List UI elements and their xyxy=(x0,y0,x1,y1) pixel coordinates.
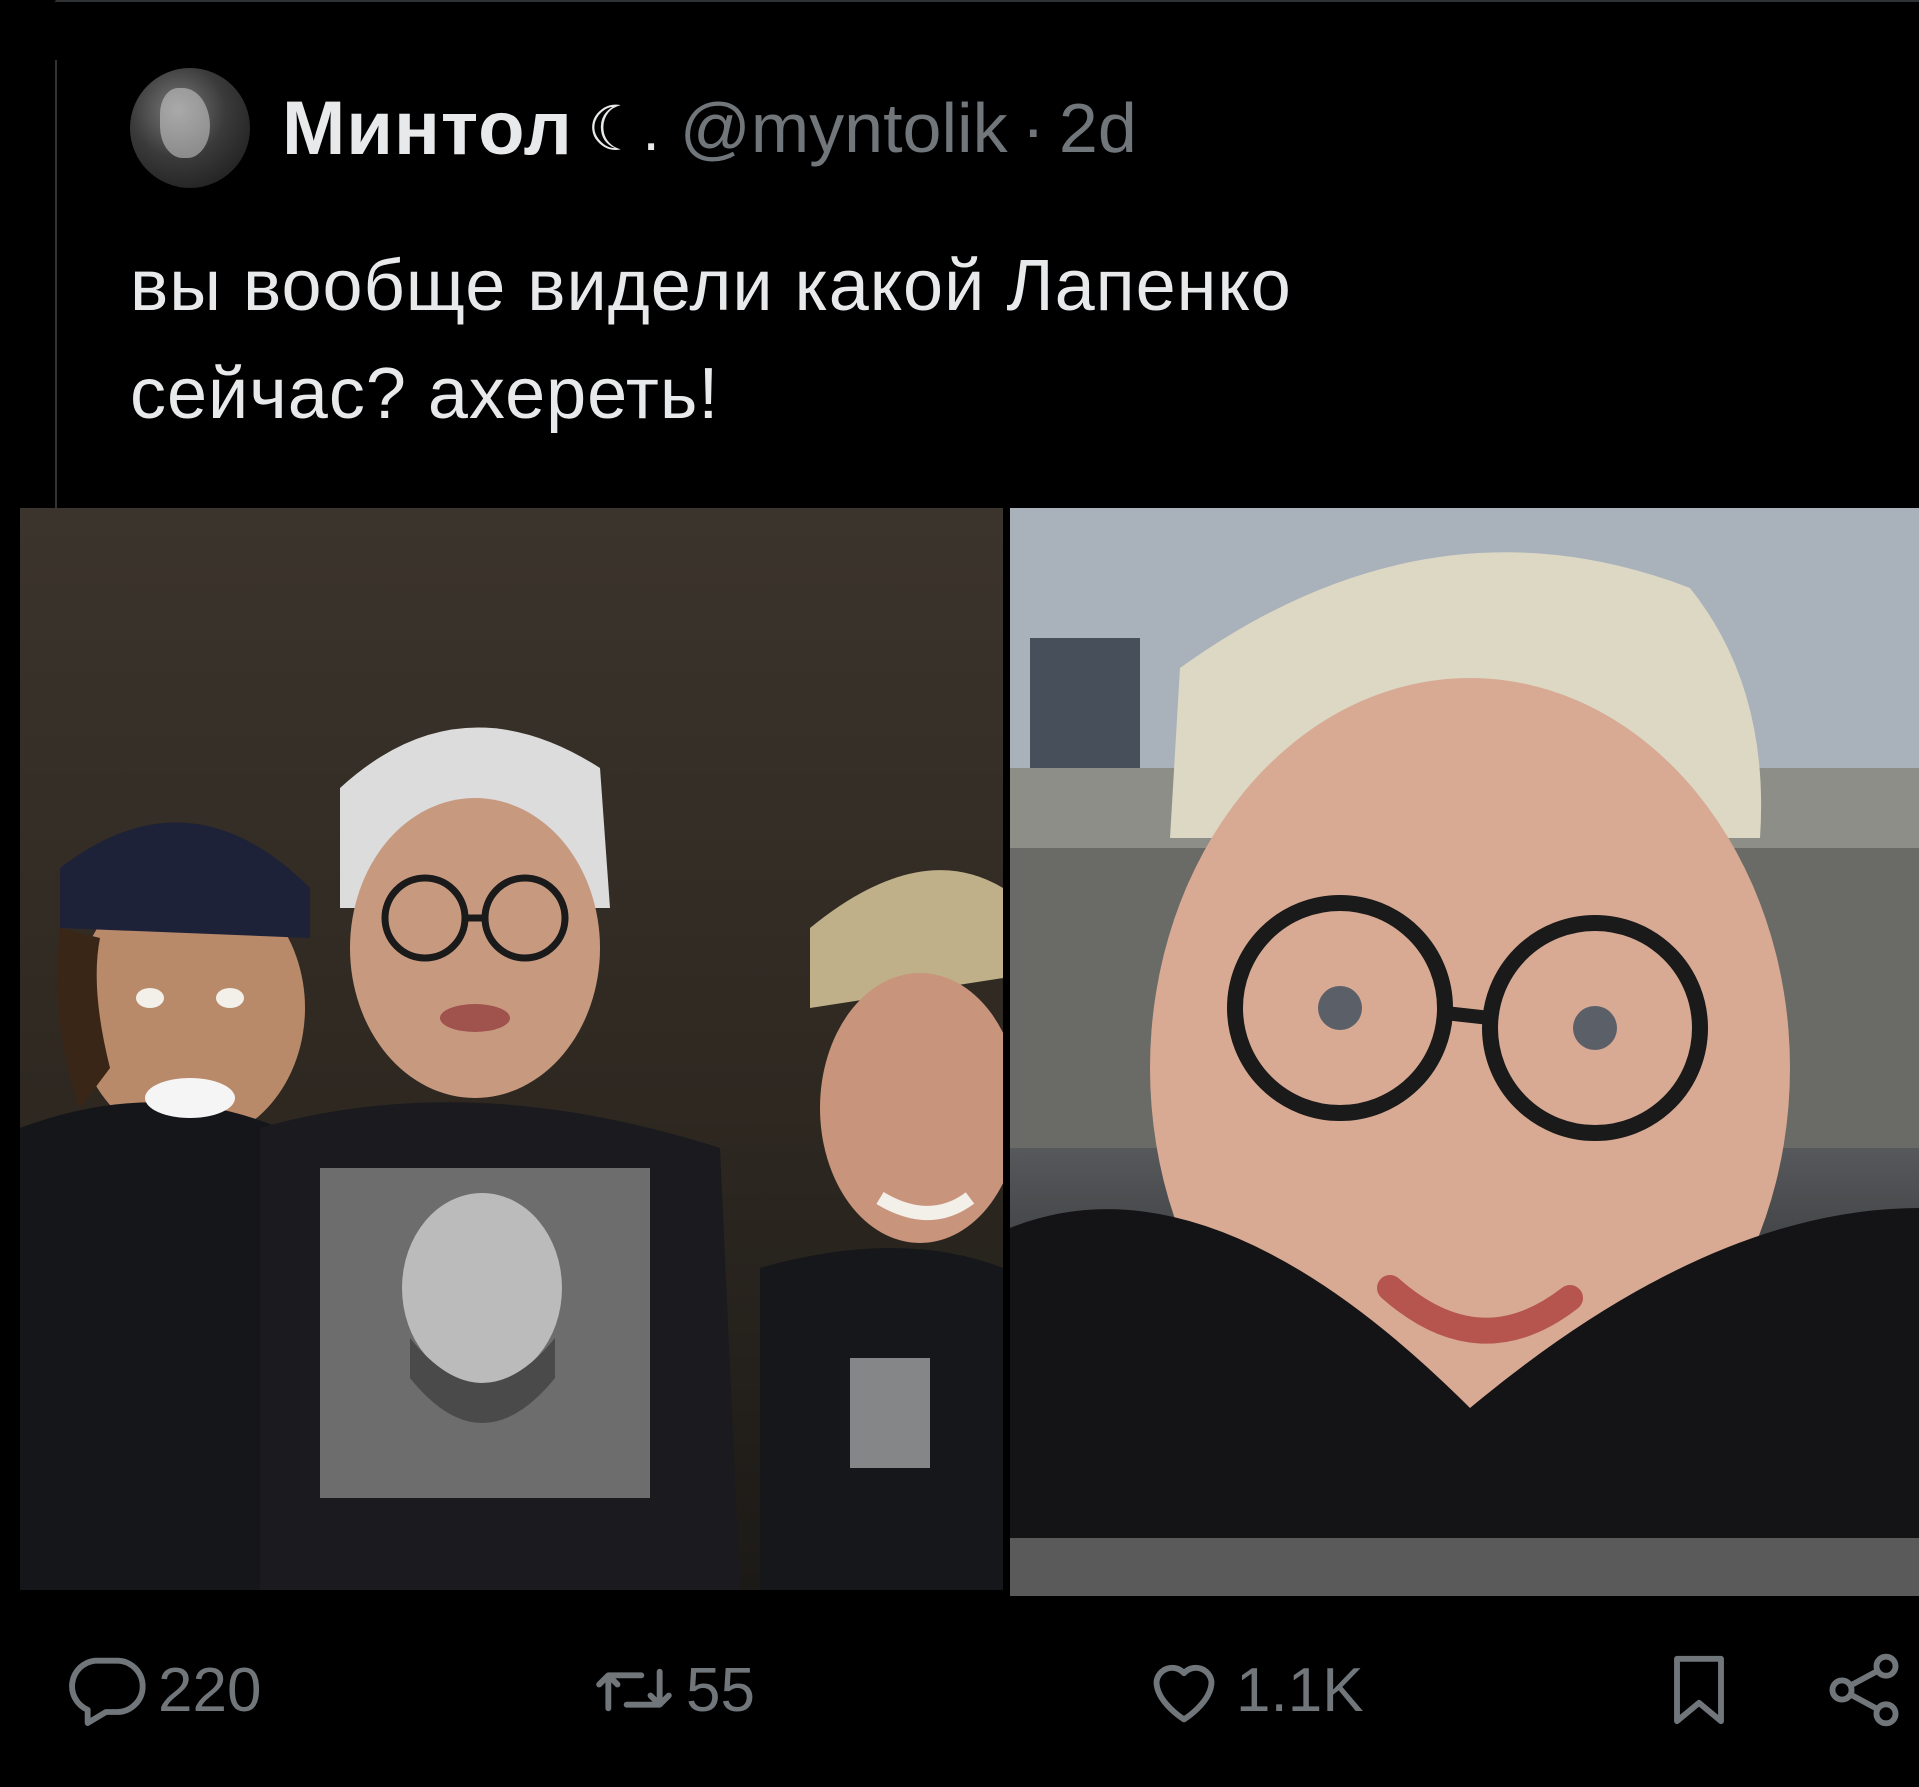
tweet-text-line: вы вообще видели какой Лапенко xyxy=(130,246,1292,326)
display-name[interactable]: Минтол xyxy=(282,85,573,172)
group-photo-illustration xyxy=(20,727,1003,1590)
share-icon xyxy=(1829,1653,1899,1727)
name-decoration: ☾. xyxy=(586,94,660,164)
tweet-actions-bar: 220 55 1.1K xyxy=(0,1640,1919,1740)
tweet-timestamp[interactable]: 2d xyxy=(1059,88,1137,168)
share-button[interactable] xyxy=(1820,1640,1916,1740)
heart-icon xyxy=(1153,1664,1215,1723)
tweet-header: Минтол ☾. @myntolik · 2d xyxy=(130,68,1137,188)
tweet-card-border xyxy=(55,0,1919,2)
like-count: 1.1K xyxy=(1236,1655,1364,1725)
retweet-button[interactable]: 55 xyxy=(590,1640,755,1740)
reply-button[interactable]: 220 xyxy=(62,1640,261,1740)
tweet-photo-right[interactable] xyxy=(1010,508,1919,1596)
card-left-border xyxy=(55,60,57,510)
bookmark-icon xyxy=(1674,1655,1724,1725)
avatar[interactable] xyxy=(130,68,250,188)
tweet-photo-left[interactable] xyxy=(20,508,1003,1590)
separator-dot: · xyxy=(1021,89,1045,167)
bookmark-button[interactable] xyxy=(1655,1640,1751,1740)
retweet-icon xyxy=(596,1668,672,1712)
reply-count: 220 xyxy=(158,1655,262,1725)
user-handle[interactable]: @myntolik xyxy=(680,88,1008,168)
like-button[interactable]: 1.1K xyxy=(1140,1640,1364,1740)
tweet-text-line: сейчас? ахереть! xyxy=(130,354,720,434)
selfie-photo-illustration xyxy=(1010,508,1919,1596)
retweet-count: 55 xyxy=(686,1655,755,1725)
tweet-text: вы вообще видели какой Лапенко сейчас? а… xyxy=(130,232,1830,448)
comment-icon xyxy=(69,1657,146,1726)
